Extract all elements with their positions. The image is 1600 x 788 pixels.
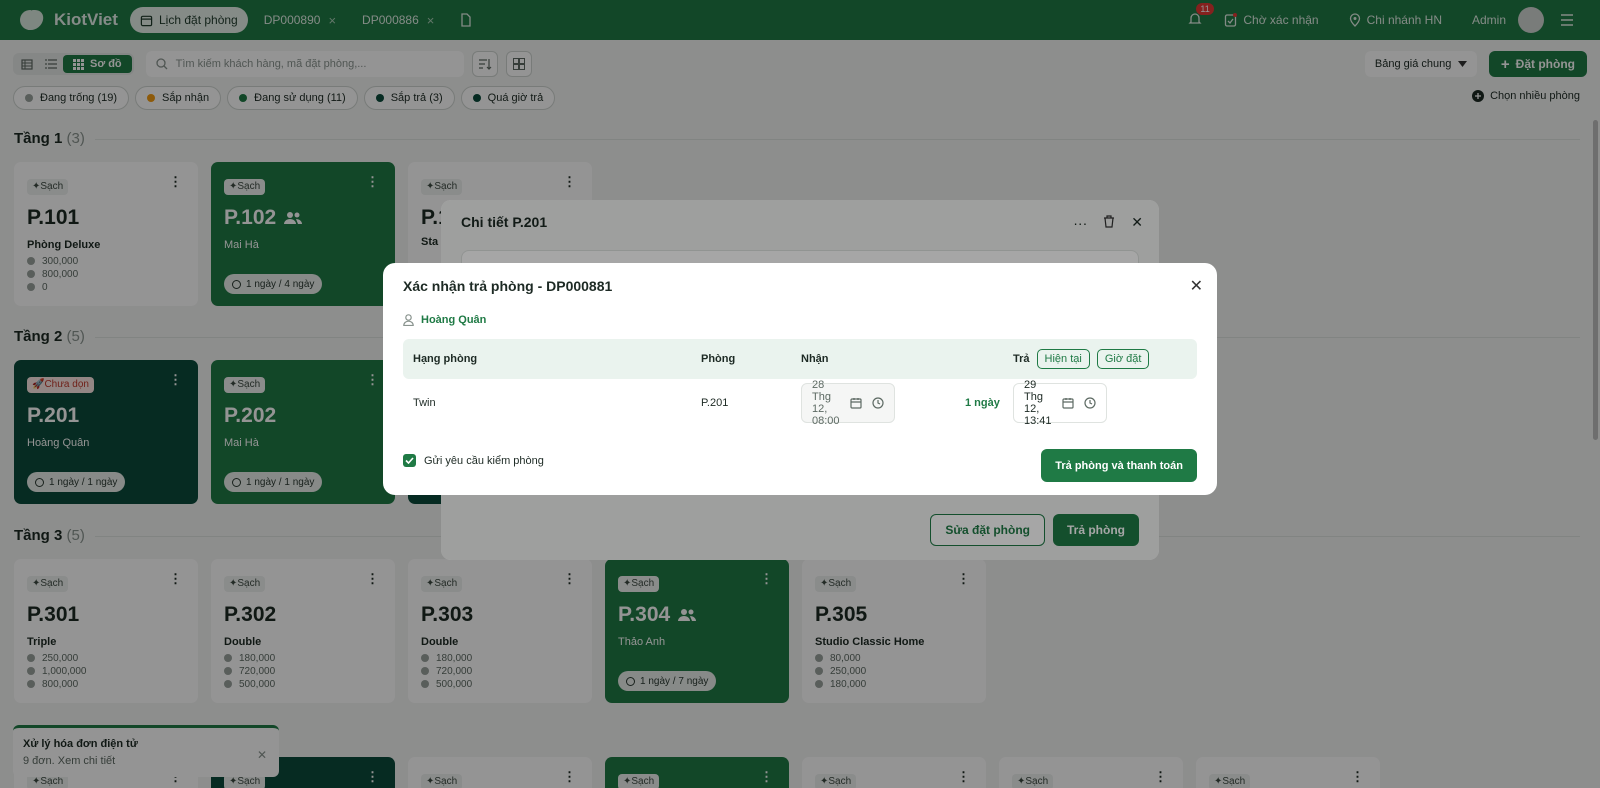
guest-name[interactable]: Hoàng Quân	[403, 314, 486, 326]
row-room: P.201	[701, 397, 729, 409]
col-checkout: Trả Hiện tại Giờ đặt	[1013, 339, 1150, 379]
checkbox-label: Gửi yêu cầu kiểm phòng	[424, 454, 544, 467]
table-header: Hạng phòng Phòng Nhận Trả Hiện tại Giờ đ…	[403, 339, 1197, 379]
inspection-request-checkbox[interactable]: Gửi yêu cầu kiểm phòng	[403, 454, 544, 467]
calendar-icon	[849, 397, 862, 409]
now-button[interactable]: Hiện tại	[1036, 349, 1090, 369]
checkout-datetime-input[interactable]: 29 Thg 12, 13:41	[1013, 379, 1107, 427]
row-room-type: Twin	[413, 397, 436, 409]
checkout-and-pay-button[interactable]: Trả phòng và thanh toán	[1041, 449, 1197, 482]
checkout-value: 29 Thg 12, 13:41	[1024, 379, 1052, 427]
clock-icon	[871, 397, 884, 409]
user-icon	[403, 314, 414, 326]
col-room: Phòng	[701, 353, 736, 365]
booked-time-button[interactable]: Giờ đặt	[1096, 349, 1150, 369]
table-row: Twin P.201 28 Thg 12, 08:00 1 ngày 29 Th…	[403, 379, 1197, 427]
checkout-confirm-modal: Xác nhận trả phòng - DP000881 ✕ Hoàng Qu…	[383, 263, 1217, 495]
stay-duration: 1 ngày	[965, 397, 1000, 409]
calendar-icon[interactable]	[1061, 397, 1074, 409]
guest-label: Hoàng Quân	[421, 314, 487, 326]
col-checkin: Nhận	[801, 353, 829, 365]
col-checkout-label: Trả	[1013, 353, 1030, 365]
checkbox-checked-icon[interactable]	[403, 454, 416, 467]
modal-title: Xác nhận trả phòng - DP000881	[403, 278, 613, 294]
checkin-value: 28 Thg 12, 08:00	[812, 379, 840, 427]
col-room-type: Hạng phòng	[413, 353, 478, 365]
clock-icon[interactable]	[1083, 397, 1096, 409]
checkin-datetime: 28 Thg 12, 08:00	[801, 379, 895, 427]
close-icon[interactable]: ✕	[1190, 276, 1203, 296]
